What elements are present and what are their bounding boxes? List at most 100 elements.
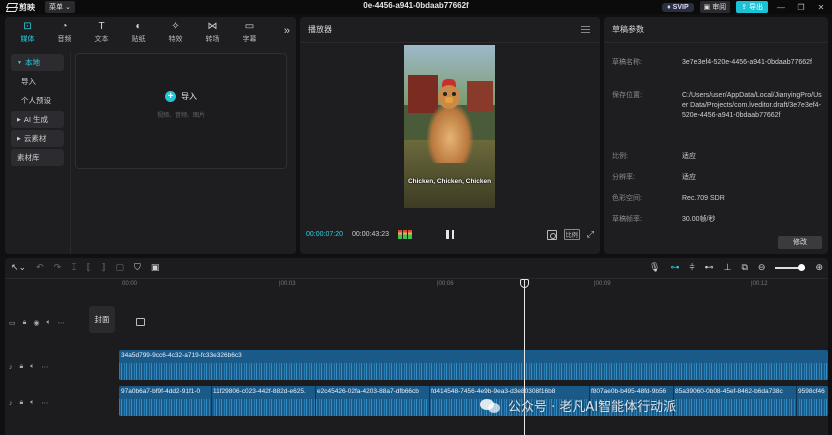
clip-label[interactable]: 9598cf46 bbox=[798, 388, 825, 395]
clip-label[interactable]: 85a39060-0b08-45ef-8462-b6da738c bbox=[675, 388, 783, 395]
preview-axis-icon[interactable]: ⊥ bbox=[724, 262, 732, 273]
zoom-slider-knob[interactable] bbox=[798, 263, 806, 271]
audio-clip-group[interactable]: 97a0b6a7-bf9f-4dd2-91f1-0 11f29806-c023-… bbox=[119, 386, 828, 416]
close-button[interactable]: ✕ bbox=[814, 3, 828, 12]
tab-effects[interactable]: ✧ 特效 bbox=[157, 21, 194, 44]
audio-clip[interactable]: 34a5d799-9cc6-4c32-a719-fc33e326b6c3 bbox=[119, 350, 828, 380]
pause-button[interactable] bbox=[446, 230, 454, 239]
film-icon bbox=[136, 318, 145, 326]
draft-value: 适应 bbox=[682, 153, 696, 160]
nav-local[interactable]: ▼ 本地 bbox=[11, 54, 64, 71]
lock-icon[interactable]: 🔒︎ bbox=[23, 319, 27, 327]
modify-button[interactable]: 修改 bbox=[778, 236, 822, 249]
clip-separator bbox=[315, 386, 316, 416]
export-button[interactable]: ⇪ 导出 bbox=[736, 1, 768, 13]
split-left-icon[interactable]: ⟦ bbox=[87, 262, 91, 273]
tab-effects-label: 特效 bbox=[168, 35, 183, 43]
ratio-button[interactable]: 比例 bbox=[563, 229, 580, 240]
clip-label[interactable]: f807ae0b-b495-48fd-9b56 bbox=[591, 388, 666, 395]
ruler-label: |00:06 bbox=[437, 281, 454, 287]
volume-icon[interactable]: 🔈︎ bbox=[30, 363, 34, 371]
player-header: 播放器 bbox=[300, 17, 600, 43]
clip-label[interactable]: e2c45426-02fa-4203-88a7-dfb66cb bbox=[317, 388, 419, 395]
link-icon[interactable]: ⊷ bbox=[705, 262, 714, 273]
import-button[interactable]: + 导入 bbox=[76, 91, 286, 102]
tab-media[interactable]: ⊡ 媒体 bbox=[9, 21, 46, 44]
image-icon[interactable]: ▣ bbox=[151, 262, 160, 273]
nav-cloud-material[interactable]: ▶ 云素材 bbox=[11, 130, 64, 147]
text-icon: T bbox=[98, 20, 105, 32]
tab-subtitle[interactable]: ▭ 字幕 bbox=[231, 21, 268, 44]
caret-right-icon: ▶ bbox=[17, 135, 21, 142]
video-preview[interactable]: Chicken, Chicken, Chicken bbox=[404, 45, 495, 208]
tool-tabs: ⊡ 媒体 ◔ 音频 T 文本 ◐ 贴纸 ✧ 特效 ⋈ 转场 ▭ 字幕 » bbox=[5, 17, 296, 47]
more-icon[interactable]: ⋯ bbox=[58, 319, 65, 327]
draft-value: 3e7e3ef4-520e-4456-a941-0bdaab77662f bbox=[682, 59, 813, 66]
more-icon[interactable]: ⋯ bbox=[41, 363, 48, 371]
timeline-ruler[interactable]: 00:00 |00:03 |00:06 |00:09 |00:12 bbox=[119, 279, 828, 293]
eye-icon[interactable]: ◉ bbox=[33, 319, 39, 327]
delete-icon[interactable]: ▢ bbox=[116, 262, 125, 273]
more-icon[interactable]: ⋯ bbox=[41, 399, 48, 407]
tab-transition-label: 转场 bbox=[205, 35, 220, 43]
tab-transition[interactable]: ⋈ 转场 bbox=[194, 21, 231, 44]
media-side-nav: ▼ 本地 导入 个人预设 ▶ AI 生成 ▶ 云素材 素材库 bbox=[5, 52, 71, 254]
audio-track-1-header: ♪ 🔒︎ 🔈︎ ⋯ bbox=[9, 363, 48, 371]
draft-key: 草稿帧率: bbox=[612, 216, 642, 223]
zoom-fit-icon[interactable]: ⧉ bbox=[741, 262, 747, 273]
main-menu-button[interactable]: 菜单 ⌄ bbox=[45, 1, 75, 13]
menu-icon[interactable] bbox=[581, 26, 590, 33]
minimize-button[interactable]: — bbox=[774, 3, 788, 12]
nav-material-library[interactable]: 素材库 bbox=[11, 149, 64, 166]
split-icon[interactable]: ⌶ bbox=[71, 262, 76, 273]
volume-icon[interactable]: 🔈︎ bbox=[46, 319, 50, 327]
clip-label[interactable]: 97a0b6a7-bf9f-4dd2-91f1-0 bbox=[121, 388, 200, 395]
redo-icon[interactable]: ↷ bbox=[54, 262, 62, 273]
split-right-icon[interactable]: ⟧ bbox=[101, 262, 105, 273]
tab-sticker[interactable]: ◐ 贴纸 bbox=[120, 21, 157, 44]
clip-label[interactable]: 11f29806-c023-442f-882d-e625. bbox=[213, 388, 306, 395]
cover-button[interactable]: 封面 bbox=[89, 306, 115, 333]
clip-label[interactable]: fd414548-7456-4e9b-9ea3-d3e80308f16b8 bbox=[431, 388, 555, 395]
fullscreen-icon[interactable]: ⤢ bbox=[587, 229, 594, 240]
zoom-in-icon[interactable]: ⊕ bbox=[815, 262, 823, 273]
draft-title: 草稿参数 bbox=[612, 25, 644, 34]
nav-import[interactable]: 导入 bbox=[11, 73, 64, 90]
export-label: 导出 bbox=[749, 4, 763, 11]
select-tool-icon[interactable]: ↖⌄ bbox=[11, 262, 26, 273]
volume-icon[interactable]: 🔈︎ bbox=[30, 399, 34, 407]
microphone-icon[interactable]: 🎙︎ bbox=[649, 262, 660, 273]
nav-local-label: 本地 bbox=[24, 58, 40, 67]
caret-right-icon: ▶ bbox=[17, 116, 21, 123]
current-time: 00:00:07:20 bbox=[306, 231, 343, 238]
review-button[interactable]: ▣ 审阅 bbox=[699, 1, 731, 13]
chevron-down-icon: ⌄ bbox=[63, 4, 71, 11]
tab-audio[interactable]: ◔ 音频 bbox=[46, 21, 83, 44]
nav-ai-generate[interactable]: ▶ AI 生成 bbox=[11, 111, 64, 128]
wechat-icon bbox=[480, 397, 502, 415]
tab-text[interactable]: T 文本 bbox=[83, 21, 120, 44]
lock-icon[interactable]: 🔒︎ bbox=[20, 399, 24, 407]
track-headers: ▭ 🔒︎ ◉ 🔈︎ ⋯ ♪ 🔒︎ 🔈︎ ⋯ ♪ 🔒︎ 🔈︎ ⋯ bbox=[5, 293, 89, 435]
import-drop-zone[interactable]: + 导入 视频、音频、图片 bbox=[75, 53, 287, 169]
preview-chicken-beak bbox=[445, 97, 453, 103]
auto-snap-icon[interactable]: ⫩ bbox=[689, 262, 694, 273]
ruler-label: |00:09 bbox=[594, 281, 611, 287]
zoom-slider[interactable] bbox=[775, 263, 806, 271]
zoom-out-icon[interactable]: ⊖ bbox=[758, 262, 766, 273]
player-controls: 00:00:07:20 00:00:43:23 比例 ⤢ bbox=[300, 225, 600, 247]
main-track-magnet-icon[interactable]: ⊶ bbox=[670, 262, 679, 273]
lock-icon[interactable]: 🔒︎ bbox=[20, 363, 24, 371]
nav-personal-presets[interactable]: 个人预设 bbox=[11, 92, 64, 109]
svip-button[interactable]: ♦ SVIP bbox=[662, 2, 694, 12]
maximize-button[interactable]: ❐ bbox=[794, 3, 808, 12]
shield-icon[interactable]: ⛉ bbox=[134, 262, 141, 273]
undo-icon[interactable]: ↶ bbox=[36, 262, 44, 273]
draft-key: 比例: bbox=[612, 153, 628, 160]
effects-icon: ✧ bbox=[171, 20, 180, 32]
crop-icon[interactable] bbox=[546, 229, 557, 240]
more-tabs-icon[interactable]: » bbox=[284, 25, 290, 37]
draft-params-panel: 草稿参数 草稿名称: 3e7e3ef4-520e-4456-a941-0bdaa… bbox=[604, 17, 828, 254]
media-panel: ⊡ 媒体 ◔ 音频 T 文本 ◐ 贴纸 ✧ 特效 ⋈ 转场 ▭ 字幕 » ▼ 本地 导入 个人预… bbox=[5, 17, 296, 254]
draft-key: 色彩空间: bbox=[612, 195, 642, 202]
